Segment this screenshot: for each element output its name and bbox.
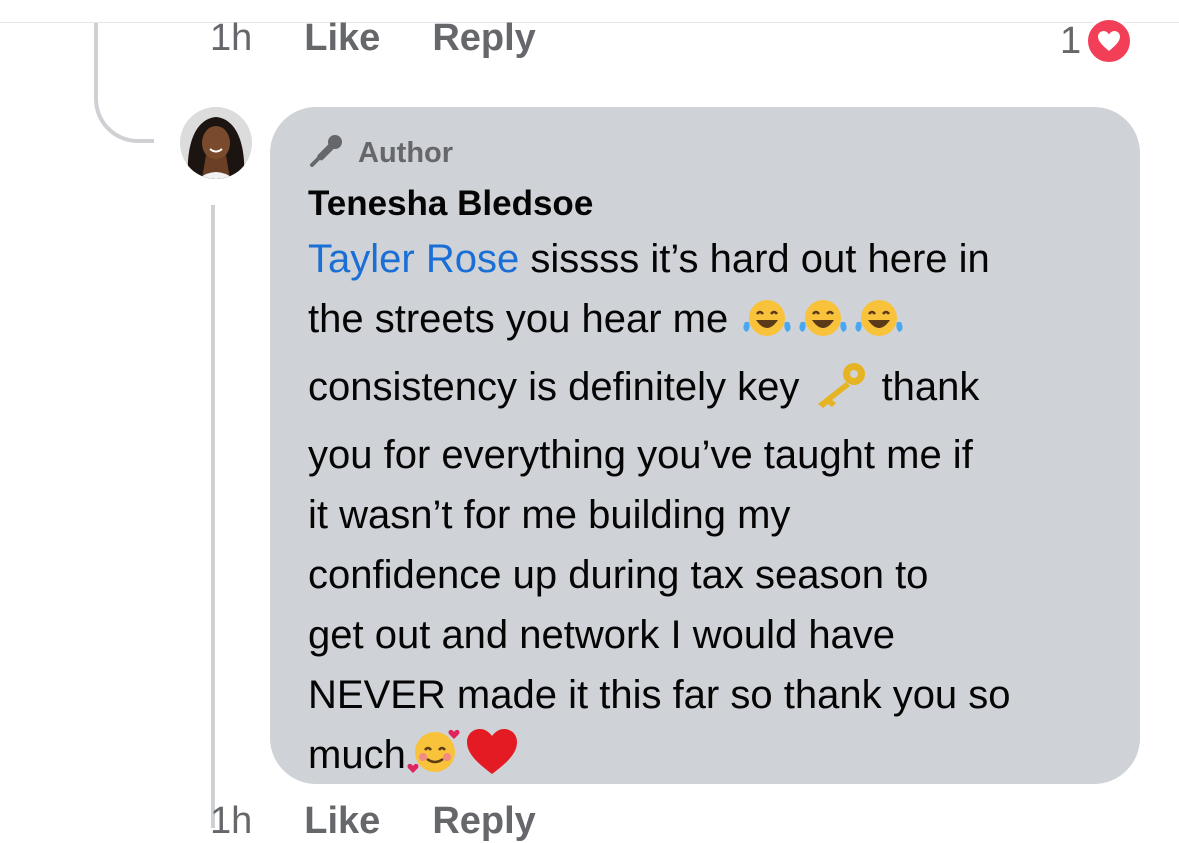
text-line: it wasn’t for me building my	[308, 493, 791, 537]
text-line: consistency is definitely key	[308, 365, 811, 409]
text-line: much	[308, 733, 406, 777]
text-line: NEVER made it this far so thank you so	[308, 673, 1011, 717]
tears-of-joy-emoji-icon	[739, 296, 795, 357]
mention-link[interactable]: Tayler Rose	[308, 237, 519, 281]
reaction-summary[interactable]: 1	[1060, 17, 1134, 65]
top-divider	[0, 22, 1179, 23]
comment-text: Tayler Rose sissss it’s hard out here in…	[308, 229, 1110, 793]
thread-connector	[94, 23, 154, 143]
microphone-icon	[308, 132, 346, 175]
red-heart-emoji-icon	[464, 726, 520, 793]
tears-of-joy-emoji-icon	[795, 296, 851, 357]
reaction-count: 1	[1060, 20, 1082, 62]
text-line: get out and network I would have	[308, 613, 896, 657]
tears-of-joy-emoji-icon	[851, 296, 907, 357]
parent-comment-actions: 1h Like Reply	[210, 17, 588, 60]
reply-comment-actions: 1h Like Reply	[210, 800, 588, 843]
author-label: Author	[358, 136, 454, 169]
like-button[interactable]: Like	[304, 800, 380, 843]
love-reaction-icon	[1085, 17, 1134, 65]
text-line: the streets you hear me	[308, 297, 729, 341]
timestamp: 1h	[210, 800, 253, 842]
text-line: thank	[870, 365, 980, 409]
text-line: confidence up during tax season to	[308, 553, 929, 597]
thread-line	[211, 205, 215, 828]
reply-button[interactable]: Reply	[432, 800, 535, 843]
timestamp: 1h	[210, 17, 253, 59]
text-line: sissss it’s hard out here in	[519, 237, 990, 281]
like-button[interactable]: Like	[304, 17, 380, 60]
reply-button[interactable]: Reply	[432, 17, 535, 60]
avatar[interactable]	[180, 107, 252, 179]
comment-bubble: Author Tenesha Bledsoe Tayler Rose sisss…	[270, 107, 1140, 784]
commenter-name[interactable]: Tenesha Bledsoe	[308, 183, 1110, 225]
smiling-face-with-hearts-emoji-icon	[406, 726, 464, 793]
text-line: you for everything you’ve taught me if	[308, 433, 973, 477]
key-emoji-icon	[810, 360, 870, 425]
author-badge: Author	[308, 133, 1110, 173]
